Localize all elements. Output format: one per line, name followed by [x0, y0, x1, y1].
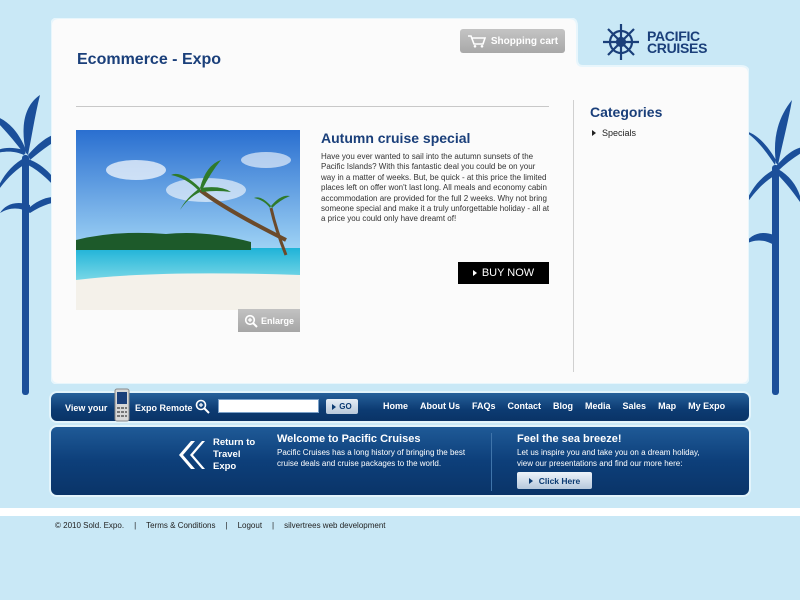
beach-photo	[76, 130, 300, 310]
click-arrow-icon	[528, 477, 533, 484]
play-arrow-icon	[472, 270, 477, 276]
view-your-label: View your	[65, 403, 108, 413]
cart-icon	[467, 35, 486, 48]
buy-now-button[interactable]: BUY NOW	[458, 262, 549, 284]
pacific-cruises-logo[interactable]: PACIFIC CRUISES	[601, 22, 707, 62]
nav-link-my-expo[interactable]: My Expo	[688, 401, 725, 411]
palm-tree-right-icon	[742, 100, 800, 395]
nav-link-about-us[interactable]: About Us	[420, 401, 460, 411]
go-arrow-icon	[332, 403, 337, 410]
welcome-heading: Welcome to Pacific Cruises	[277, 433, 421, 445]
title-divider	[76, 106, 549, 107]
nav-links: Home About Us FAQs Contact Blog Media Sa…	[383, 401, 737, 411]
return-line-2: Travel	[213, 449, 241, 460]
buy-now-label: BUY NOW	[481, 267, 535, 279]
click-here-button[interactable]: Click Here	[517, 472, 592, 489]
logo-text: PACIFIC CRUISES	[647, 29, 708, 56]
nav-link-contact[interactable]: Contact	[508, 401, 542, 411]
double-chevron-left-icon[interactable]	[177, 439, 205, 471]
enlarge-label: Enlarge	[260, 315, 294, 326]
nav-link-sales[interactable]: Sales	[623, 401, 647, 411]
nav-link-home[interactable]: Home	[383, 401, 408, 411]
click-here-label: Click Here	[538, 475, 581, 486]
ship-wheel-icon	[603, 24, 639, 60]
footer-separator: |	[225, 521, 228, 530]
expo-remote-label[interactable]: Expo Remote	[135, 403, 193, 413]
category-label: Specials	[602, 128, 637, 138]
logo-line-2: CRUISES	[647, 40, 708, 56]
return-line-3: Expo	[213, 461, 237, 472]
nav-link-faqs[interactable]: FAQs	[472, 401, 496, 411]
navigation-bar: View your Expo Remote GO Home About Us F…	[51, 388, 749, 422]
logout-link[interactable]: Logout	[238, 521, 262, 530]
credit-link[interactable]: silvertrees web development	[284, 521, 385, 530]
footer: © 2010 Sold. Expo. | Terms & Conditions …	[55, 521, 386, 530]
copyright-text: © 2010 Sold. Expo.	[55, 521, 125, 530]
product-image[interactable]	[76, 130, 300, 310]
go-button[interactable]: GO	[326, 399, 358, 414]
bullet-arrow-icon	[592, 130, 596, 136]
zoom-in-icon	[244, 314, 258, 328]
return-to-travel-expo-link[interactable]: Return to Travel Expo	[213, 437, 273, 473]
sea-breeze-text: Let us inspire you and take you on a dre…	[517, 448, 700, 468]
mobile-phone-icon	[114, 388, 130, 422]
product-description: Have you ever wanted to sail into the au…	[321, 152, 550, 224]
footer-separator: |	[134, 521, 137, 530]
categories-heading: Categories	[590, 104, 663, 120]
footer-band	[0, 508, 800, 516]
terms-link[interactable]: Terms & Conditions	[146, 521, 215, 530]
page-title: Ecommerce - Expo	[77, 51, 222, 68]
sidebar-divider	[573, 100, 574, 372]
enlarge-button[interactable]: Enlarge	[238, 309, 300, 332]
nav-link-map[interactable]: Map	[658, 401, 676, 411]
footer-separator: |	[272, 521, 275, 530]
nav-link-blog[interactable]: Blog	[553, 401, 573, 411]
sea-breeze-heading: Feel the sea breeze!	[517, 433, 622, 445]
info-divider	[491, 433, 492, 491]
info-panel: Return to Travel Expo Welcome to Pacific…	[51, 427, 749, 495]
search-zoom-icon	[195, 399, 210, 414]
cart-label: Shopping cart	[490, 35, 559, 47]
welcome-text: Pacific Cruises has a long history of br…	[277, 448, 466, 468]
nav-link-media[interactable]: Media	[585, 401, 611, 411]
search-input[interactable]	[218, 399, 319, 413]
go-label: GO	[339, 402, 352, 411]
return-line-1: Return to	[213, 437, 256, 448]
main-content-panel: Ecommerce - Expo Shopping cart PACIFIC C…	[51, 18, 749, 384]
shopping-cart-button[interactable]: Shopping cart	[460, 29, 565, 53]
category-item-specials[interactable]: Specials	[592, 128, 636, 138]
product-title: Autumn cruise special	[321, 130, 471, 146]
